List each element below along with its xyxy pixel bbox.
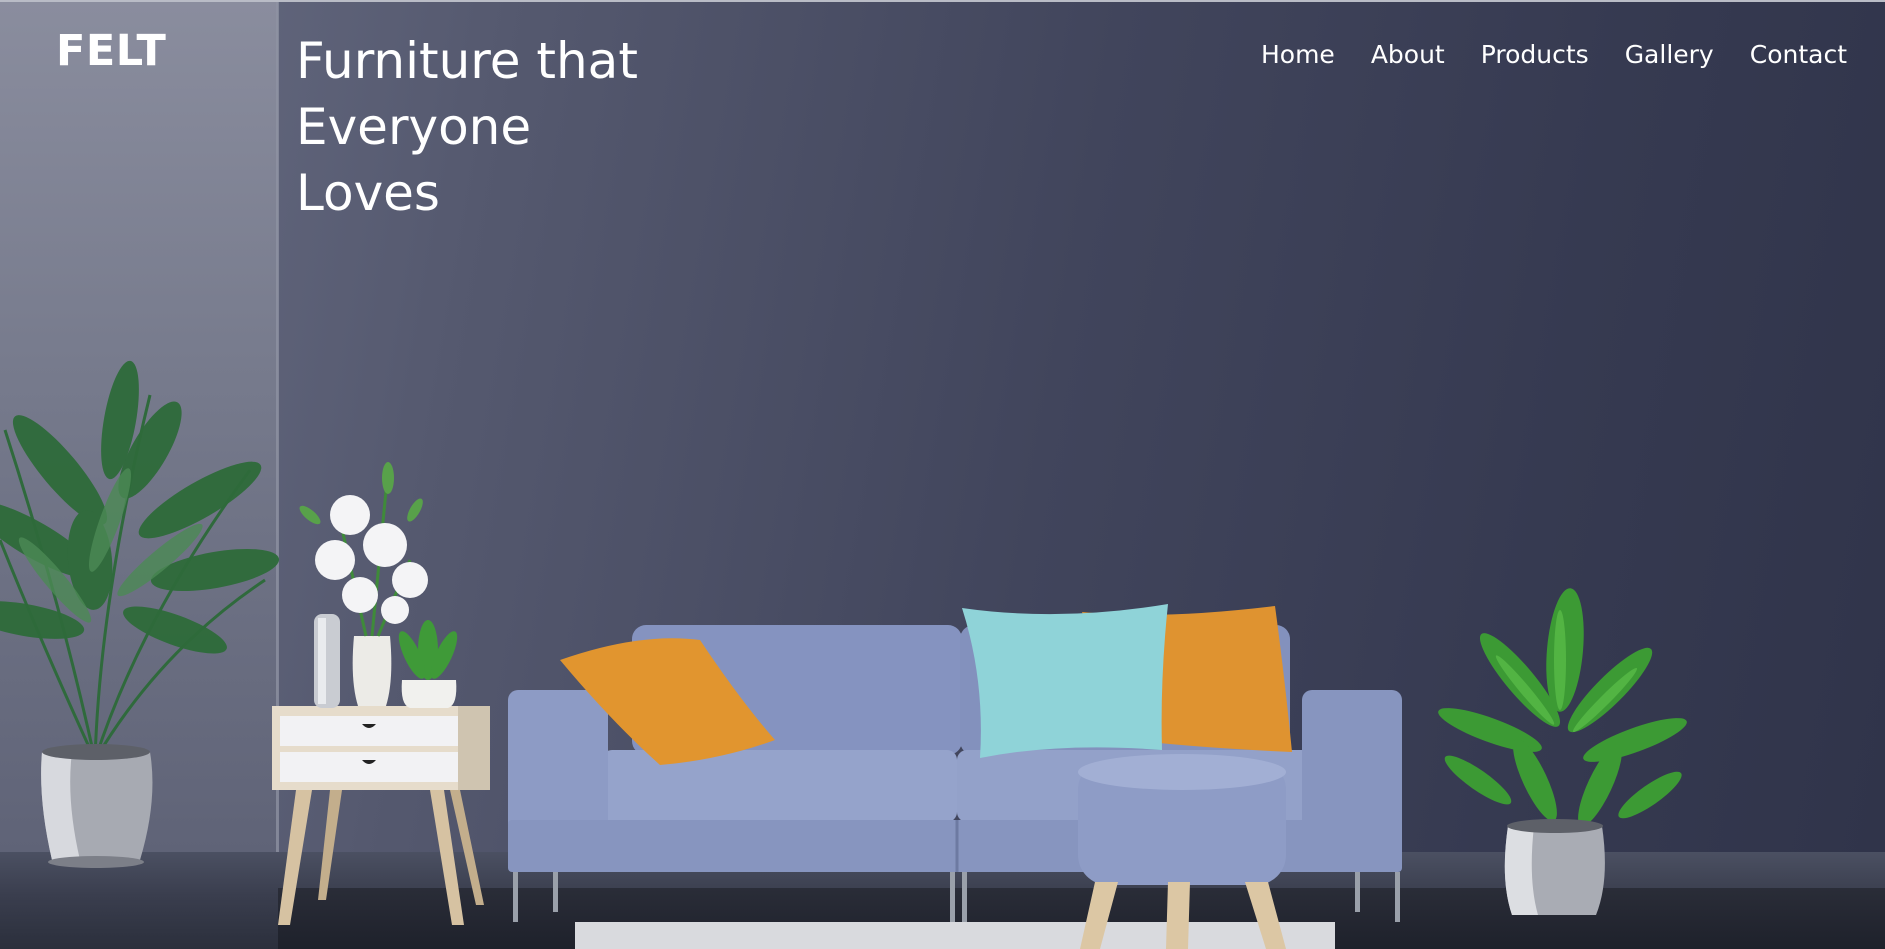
flower-vase (299, 462, 458, 708)
nav-link-about[interactable]: About (1353, 38, 1463, 72)
headline-line: Furniture that (296, 32, 638, 90)
main-nav: Home About Products Gallery Contact (1243, 38, 1865, 72)
nav-link-gallery[interactable]: Gallery (1607, 38, 1732, 72)
hero-headline: Furniture that Everyone Loves (296, 28, 716, 226)
living-room-scene (0, 360, 1687, 949)
headline-line: Loves (296, 164, 440, 222)
headline-line: Everyone (296, 98, 532, 156)
ottoman (1078, 754, 1286, 949)
nav-link-contact[interactable]: Contact (1732, 38, 1865, 72)
brand-logo[interactable]: FELT (56, 26, 166, 76)
side-table (272, 706, 490, 925)
nav-link-products[interactable]: Products (1463, 38, 1607, 72)
leafy-plant (1438, 588, 1687, 915)
top-border (0, 0, 1885, 2)
nav-link-home[interactable]: Home (1243, 38, 1353, 72)
hero-section: FELT Furniture that Everyone Loves Home … (0, 0, 1885, 949)
palm-plant (0, 360, 280, 868)
